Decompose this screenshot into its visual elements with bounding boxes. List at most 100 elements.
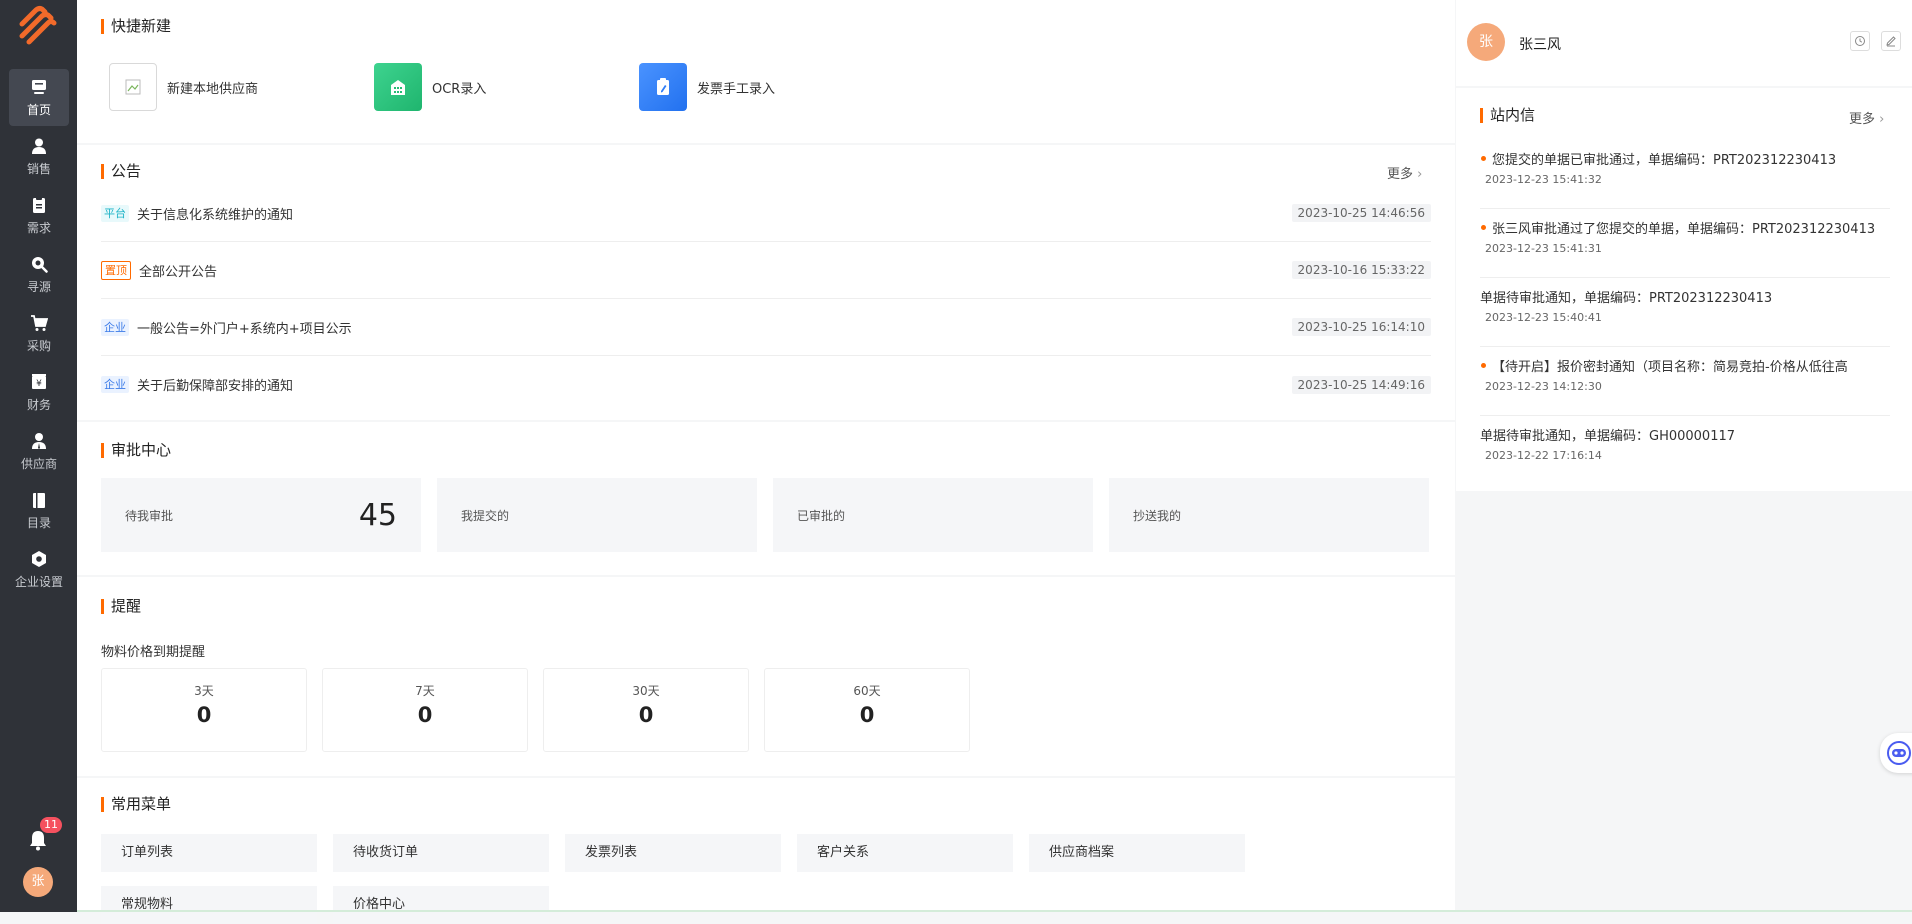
section-title: 公告 (101, 163, 141, 180)
reminder-days: 30天 (632, 684, 660, 698)
message-item[interactable]: 单据待审批通知，单据编码：GH00000117 2023-12-22 17:16… (1480, 416, 1890, 485)
avatar[interactable]: 张 (23, 867, 53, 897)
quick-create-label: 新建本地供应商 (167, 81, 259, 97)
announcement-row[interactable]: 平台 关于信息化系统维护的通知 2023-10-25 14:46:56 (101, 185, 1431, 242)
sidebar-item-label: 首页 (26, 102, 51, 117)
user-name: 张三风 (1519, 37, 1561, 53)
message-item[interactable]: 张三风审批通过了您提交的单据，单据编码：PRT202312230413 2023… (1480, 209, 1890, 278)
search-icon (32, 256, 48, 273)
reminder-box[interactable]: 60天 0 (764, 668, 970, 752)
sidebar-item-enterprise-settings[interactable]: 企业设置 (9, 541, 69, 598)
approval-submitted-box[interactable]: 我提交的 (437, 478, 757, 552)
assistant-robot-button[interactable] (1880, 733, 1912, 773)
menu-regular-materials[interactable]: 常规物料 (101, 886, 317, 924)
messages-more-link[interactable]: 更多 (1849, 108, 1884, 127)
reminder-days: 60天 (853, 684, 881, 698)
message-item[interactable]: 单据待审批通知，单据编码：PRT202312230413 2023-12-23 … (1480, 278, 1890, 347)
sidebar-item-label: 目录 (26, 515, 51, 530)
quick-create-label: 发票手工录入 (697, 81, 776, 97)
sidebar-item-label: 企业设置 (14, 574, 63, 589)
reminder-box[interactable]: 3天 0 (101, 668, 307, 752)
reminder-subtitle: 物料价格到期提醒 (101, 645, 206, 660)
announcement-time: 2023-10-16 15:33:22 (1291, 261, 1431, 279)
announcement-title: 关于后勤保障部安排的通知 (137, 379, 294, 394)
home-icon (32, 79, 46, 94)
building-icon (374, 63, 422, 111)
message-item[interactable]: 【待开启】报价密封通知（项目名称：简易竞拍-价格从低往高 2023-12-23 … (1480, 347, 1890, 416)
sidebar-item-label: 寻源 (26, 279, 51, 294)
message-text: 您提交的单据已审批通过，单据编码：PRT202312230413 (1480, 149, 1888, 168)
user-card: 张 张三风 (1456, 0, 1912, 86)
announcement-tag: 企业 (101, 318, 129, 336)
reminder-count: 0 (196, 703, 212, 727)
approval-label: 抄送我的 (1133, 508, 1182, 523)
sidebar-item-supplier[interactable]: 供应商 (9, 423, 69, 480)
messages-card: 站内信 更多 您提交的单据已审批通过，单据编码：PRT202312230413 … (1456, 88, 1912, 491)
menu-price-center[interactable]: 价格中心 (333, 886, 549, 924)
menu-supplier-archive[interactable]: 供应商档案 (1029, 834, 1245, 872)
avatar[interactable]: 张 (1467, 23, 1505, 61)
person-icon (32, 138, 46, 154)
reminder-count: 0 (859, 703, 875, 727)
sidebar-item-label: 采购 (26, 338, 51, 353)
approval-label: 待我审批 (125, 508, 174, 523)
quick-create-local-supplier[interactable]: 新建本地供应商 (109, 63, 258, 111)
reminder-box[interactable]: 7天 0 (322, 668, 528, 752)
announcement-row[interactable]: 企业 一般公告=外门户+系统内+项目公示 2023-10-25 16:14:10 (101, 299, 1431, 356)
section-title: 快捷新建 (101, 18, 171, 35)
reminder-count: 0 (417, 703, 433, 727)
menu-order-list[interactable]: 订单列表 (101, 834, 317, 872)
message-item[interactable]: 您提交的单据已审批通过，单据编码：PRT202312230413 2023-12… (1480, 140, 1890, 209)
quick-create-invoice-manual[interactable]: 发票手工录入 (639, 63, 775, 111)
right-panel: 张 张三风 站内信 更多 您提交的单据已审批通过，单据编码：PRT2023122… (1455, 0, 1912, 912)
menu-pending-receipt[interactable]: 待收货订单 (333, 834, 549, 872)
announcements-more-link[interactable]: 更多 (1387, 163, 1422, 182)
approval-count: 45 (358, 497, 397, 533)
section-title: 审批中心 (101, 442, 171, 459)
edit-button[interactable] (1881, 31, 1901, 51)
sidebar-item-purchase[interactable]: 采购 (9, 305, 69, 362)
sidebar-item-catalog[interactable]: 目录 (9, 482, 69, 539)
section-title: 站内信 (1480, 107, 1535, 124)
announcement-tag: 平台 (101, 204, 129, 222)
sidebar-item-finance[interactable]: ¥ 财务 (9, 364, 69, 421)
announcements-card: 公告 更多 平台 关于信息化系统维护的通知 2023-10-25 14:46:5… (77, 145, 1455, 420)
logo-icon[interactable] (14, 2, 62, 50)
menu-invoice-list[interactable]: 发票列表 (565, 834, 781, 872)
message-text: 单据待审批通知，单据编码：PRT202312230413 (1480, 291, 1773, 306)
finance-icon: ¥ (32, 373, 46, 389)
book-icon (33, 492, 45, 508)
message-text: 张三风审批通过了您提交的单据，单据编码：PRT202312230413 (1480, 218, 1888, 237)
cart-icon (31, 314, 48, 331)
section-title: 常用菜单 (101, 796, 171, 813)
announcement-time: 2023-10-25 16:14:10 (1291, 318, 1431, 336)
announcement-row[interactable]: 企业 关于后勤保障部安排的通知 2023-10-25 14:49:16 (101, 356, 1431, 413)
sidebar-item-demand[interactable]: 需求 (9, 187, 69, 244)
approval-pending-box[interactable]: 待我审批 45 (101, 478, 421, 552)
announcement-time: 2023-10-25 14:46:56 (1291, 204, 1431, 222)
reminder-box[interactable]: 30天 0 (543, 668, 749, 752)
notification-badge: 11 (40, 817, 62, 833)
message-time: 2023-12-23 15:40:41 (1485, 311, 1602, 324)
message-time: 2023-12-23 14:12:30 (1485, 380, 1602, 393)
menu-customer-relations[interactable]: 客户关系 (797, 834, 1013, 872)
announcement-time: 2023-10-25 14:49:16 (1291, 375, 1431, 394)
announcement-row[interactable]: 置顶 全部公开公告 2023-10-16 15:33:22 (101, 242, 1431, 299)
announcement-tag: 企业 (101, 376, 129, 393)
announcement-tag: 置顶 (101, 260, 131, 280)
history-button[interactable] (1850, 31, 1870, 51)
approval-approved-box[interactable]: 已审批的 (773, 478, 1093, 552)
announcement-title: 全部公开公告 (139, 264, 218, 280)
sidebar-item-sales[interactable]: 销售 (9, 128, 69, 185)
reminder-days: 7天 (415, 684, 435, 698)
sidebar-item-home[interactable]: 首页 (9, 69, 69, 126)
svg-text:¥: ¥ (36, 379, 42, 389)
message-text: 【待开启】报价密封通知（项目名称：简易竞拍-价格从低往高 (1480, 356, 1888, 375)
sidebar-item-label: 供应商 (20, 456, 57, 471)
sidebar-item-sourcing[interactable]: 寻源 (9, 246, 69, 303)
quick-create-ocr[interactable]: OCR录入 (374, 63, 486, 111)
robot-icon (1887, 741, 1911, 765)
main-content: 快捷新建 新建本地供应商 OCR录入 发票手工录入 公告 更多 平台 关于信息化… (77, 0, 1455, 924)
approval-cc-box[interactable]: 抄送我的 (1109, 478, 1429, 552)
sidebar-item-label: 财务 (26, 397, 51, 412)
